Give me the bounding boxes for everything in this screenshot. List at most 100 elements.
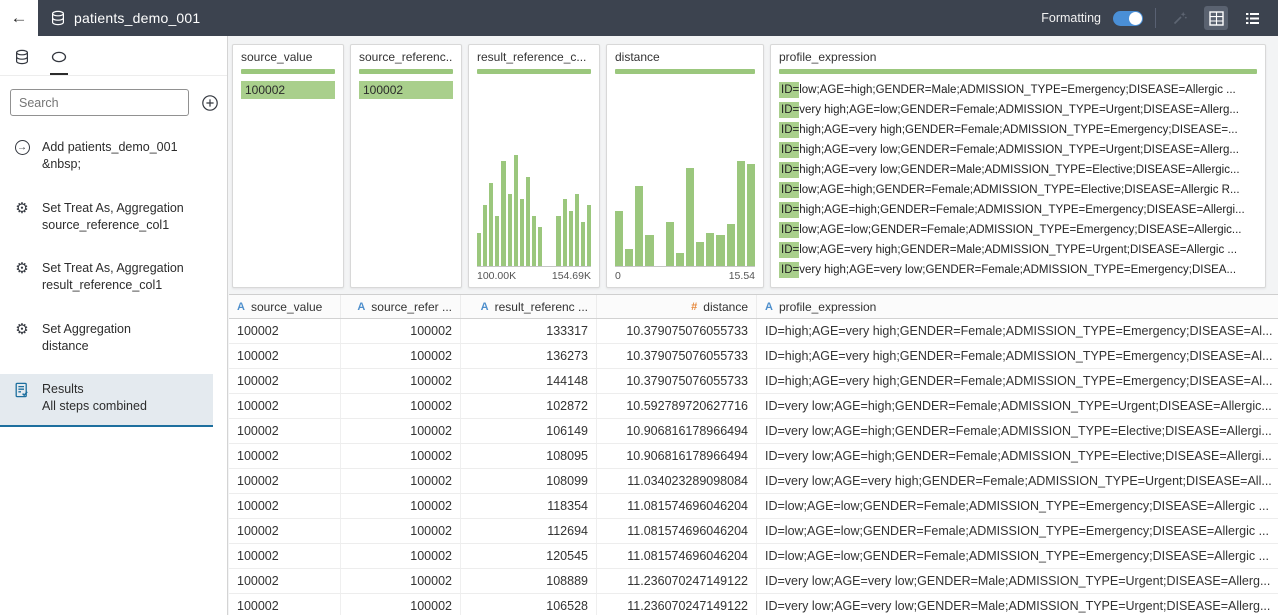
histogram-bar[interactable]: [519, 199, 524, 266]
histogram-bar[interactable]: [507, 193, 512, 266]
table-cell: 100002: [229, 419, 341, 443]
table-row[interactable]: 100002 100002 108099 11.034023289098084 ID=v…: [229, 469, 1278, 494]
profile-value-row[interactable]: ID=high;AGE=very high;GENDER=Female;ADMI…: [779, 121, 1257, 139]
formatting-toggle[interactable]: [1113, 10, 1143, 26]
card-title: distance: [615, 50, 660, 64]
histogram-bar[interactable]: [568, 210, 573, 266]
profile-card[interactable]: result_reference_c... 100.00K 154.69K: [468, 44, 600, 288]
sidebar-step[interactable]: ⚙ Set Treat As, Aggregation result_referen…: [0, 253, 213, 302]
histogram-bar[interactable]: [736, 160, 745, 266]
histogram-bar[interactable]: [538, 227, 543, 266]
axis-max-label: 154.69K: [551, 270, 591, 282]
histogram-bar[interactable]: [513, 155, 518, 266]
profile-card[interactable]: source_value 100002: [232, 44, 344, 288]
histogram-bar[interactable]: [556, 216, 561, 266]
step-subtitle: All steps combined: [42, 399, 147, 414]
histogram-bar[interactable]: [525, 177, 530, 266]
table-row[interactable]: 100002 100002 136273 10.379075076055733 ID=h…: [229, 344, 1278, 369]
table-view-icon: [1208, 10, 1224, 26]
column-header[interactable]: Aprofile_expression: [757, 295, 1278, 318]
profile-card[interactable]: profile_expression ID=low;AGE=high;GENDER…: [770, 44, 1266, 288]
table-row[interactable]: 100002 100002 118354 11.081574696046204 ID=l…: [229, 494, 1278, 519]
histogram-bar[interactable]: [685, 168, 695, 266]
step-title: Set Treat As, Aggregation: [42, 261, 184, 275]
histogram-bar[interactable]: [675, 252, 684, 266]
table-cell: 10.379075076055733: [597, 319, 757, 343]
profile-value-row[interactable]: ID=high;AGE=high;GENDER=Female;ADMISSION…: [779, 201, 1257, 219]
profile-value-text: ID=low;AGE=high;GENDER=Female;ADMISSION_…: [781, 184, 1240, 196]
profile-value-row[interactable]: ID=very high;AGE=low;GENDER=Female;ADMIS…: [779, 101, 1257, 119]
sidebar-step[interactable]: ⚙ Set Aggregation distance: [0, 314, 213, 363]
add-step-button[interactable]: [201, 94, 219, 112]
histogram-bar[interactable]: [615, 210, 624, 266]
histogram-bar[interactable]: [645, 234, 654, 266]
profile-value-row[interactable]: ID=low;AGE=very high;GENDER=Male;ADMISSI…: [779, 241, 1257, 259]
table-row[interactable]: 100002 100002 120545 11.081574696046204 ID=l…: [229, 544, 1278, 569]
histogram-bar[interactable]: [580, 221, 585, 266]
histogram-bar[interactable]: [483, 204, 488, 266]
step-subtitle: source_reference_col1: [42, 217, 170, 232]
sidebar-tab-data[interactable]: [14, 49, 30, 75]
histogram-bar[interactable]: [495, 216, 500, 266]
card-value-bar[interactable]: 100002: [359, 81, 453, 99]
histogram-bar[interactable]: [531, 216, 537, 266]
table-row[interactable]: 100002 100002 133317 10.379075076055733 ID=h…: [229, 319, 1278, 344]
column-header[interactable]: Aresult_referenc ...: [461, 295, 597, 318]
table-row[interactable]: 100002 100002 112694 11.081574696046204 ID=l…: [229, 519, 1278, 544]
list-view-button[interactable]: [1240, 6, 1264, 30]
table-row[interactable]: 100002 100002 106149 10.906816178966494 ID=v…: [229, 419, 1278, 444]
sidebar-step[interactable]: Results All steps combined: [0, 374, 213, 427]
table-cell: ID=low;AGE=low;GENDER=Female;ADMISSION_T…: [765, 499, 1269, 513]
table-row[interactable]: 100002 100002 106528 11.236070247149122 ID=v…: [229, 594, 1278, 615]
histogram-bar[interactable]: [696, 241, 705, 266]
column-header[interactable]: Asource_value: [229, 295, 341, 318]
toggle-knob: [1129, 11, 1142, 25]
table-cell: ID=high;AGE=very high;GENDER=Female;ADMI…: [765, 324, 1273, 338]
histogram-bar[interactable]: [625, 249, 634, 266]
table-row[interactable]: 100002 100002 102872 10.592789720627716 ID=v…: [229, 394, 1278, 419]
column-label: profile_expression: [778, 299, 877, 314]
histogram-bar[interactable]: [477, 232, 482, 266]
profile-value-row[interactable]: ID=low;AGE=high;GENDER=Male;ADMISSION_TY…: [779, 81, 1257, 99]
list-view-icon: [1245, 12, 1259, 24]
histogram-bar[interactable]: [562, 199, 567, 266]
back-button[interactable]: ←: [0, 0, 38, 36]
step-title: Set Treat As, Aggregation: [42, 200, 184, 215]
sidebar-tab-steps[interactable]: [50, 49, 68, 75]
profile-card[interactable]: source_referenc... 100002: [350, 44, 462, 288]
histogram-bar[interactable]: [574, 193, 579, 266]
histogram-bar[interactable]: [665, 221, 674, 266]
profile-value-row[interactable]: ID=low;AGE=high;GENDER=Female;ADMISSION_…: [779, 181, 1257, 199]
histogram-bar[interactable]: [746, 163, 755, 266]
profile-value-row[interactable]: ID=low;AGE=low;GENDER=Female;ADMISSION_T…: [779, 221, 1257, 239]
profile-value-row[interactable]: ID=high;AGE=very low;GENDER=Male;ADMISSI…: [779, 161, 1257, 179]
sidebar-step[interactable]: ⚙ Set Treat As, Aggregation source_referen…: [0, 193, 213, 242]
table-cell: 144148: [461, 369, 597, 393]
table-view-button[interactable]: [1204, 6, 1228, 30]
column-label: result_referenc ...: [494, 299, 588, 314]
histogram-bar[interactable]: [635, 186, 644, 266]
sidebar-step[interactable]: → Add patients_demo_001 &nbsp;: [0, 132, 213, 181]
profile-value-row[interactable]: ID=very high;AGE=very low;GENDER=Female;…: [779, 261, 1257, 279]
histogram-bar[interactable]: [586, 204, 592, 266]
table-cell: 11.236070247149122: [597, 594, 757, 615]
card-value-bar[interactable]: 100002: [241, 81, 335, 99]
table-row[interactable]: 100002 100002 108889 11.236070247149122 ID=v…: [229, 569, 1278, 594]
step-title: Set Aggregation: [42, 321, 131, 336]
search-input[interactable]: [10, 89, 189, 116]
table-cell: 100002: [229, 494, 341, 518]
table-cell: ID=high;AGE=very high;GENDER=Female;ADMI…: [765, 349, 1273, 363]
histogram-bar[interactable]: [726, 223, 735, 266]
histogram-bar[interactable]: [716, 234, 725, 266]
profile-card[interactable]: distance 0 15.54: [606, 44, 764, 288]
table-row[interactable]: 100002 100002 108095 10.906816178966494 ID=v…: [229, 444, 1278, 469]
table-cell: 11.081574696046204: [597, 519, 757, 543]
table-cell: 100002: [341, 544, 461, 568]
column-header[interactable]: # distance: [597, 295, 757, 318]
histogram-bar[interactable]: [706, 232, 715, 266]
table-row[interactable]: 100002 100002 144148 10.379075076055733 ID=h…: [229, 369, 1278, 394]
column-header[interactable]: Asource_refer ...: [341, 295, 461, 318]
histogram-bar[interactable]: [489, 182, 494, 266]
profile-value-row[interactable]: ID=high;AGE=very low;GENDER=Female;ADMIS…: [779, 141, 1257, 159]
histogram-bar[interactable]: [501, 160, 506, 266]
